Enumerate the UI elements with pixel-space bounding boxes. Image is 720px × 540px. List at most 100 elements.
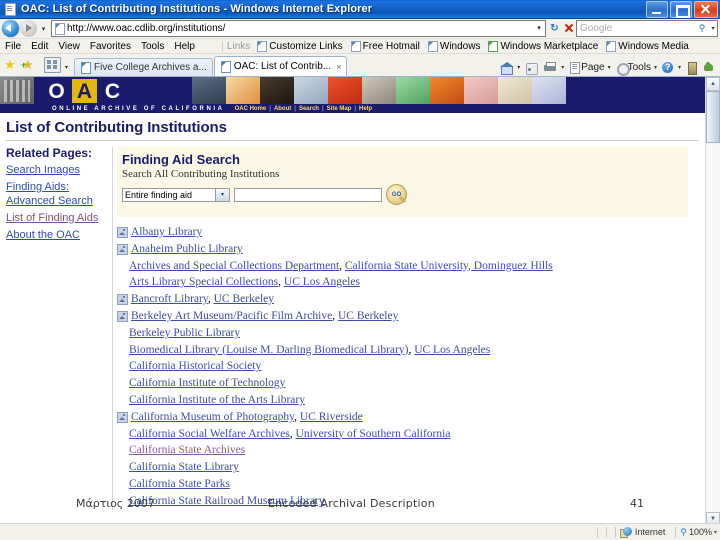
link-windows[interactable]: Windows (424, 41, 485, 52)
institution-link[interactable]: California State Library (129, 461, 239, 473)
menu-view[interactable]: View (53, 41, 85, 52)
institution-link[interactable]: California Social Welfare Archives (129, 428, 290, 440)
tools-menu-button[interactable]: Tools ▾ (613, 61, 659, 76)
institution-link[interactable]: Berkeley Public Library (129, 327, 240, 339)
browser-search-input[interactable]: Google (577, 23, 695, 34)
favorites-center-star-icon[interactable]: ★ (4, 57, 20, 73)
institution-link[interactable]: Bancroft Library (131, 293, 208, 305)
research-button[interactable] (683, 61, 700, 75)
zoom-caret-icon[interactable]: ▾ (714, 529, 717, 536)
institution-link[interactable]: California State Archives (129, 444, 245, 456)
scrollbar-track[interactable] (706, 143, 720, 512)
menu-tools[interactable]: Tools (136, 41, 169, 52)
tab-oac-list-of-contributing-institutions[interactable]: OAC: List of Contrib... × (213, 56, 348, 76)
spacer-icon (117, 479, 126, 488)
menu-help[interactable]: Help (169, 41, 200, 52)
nav-about[interactable]: About (271, 106, 294, 112)
back-button[interactable] (2, 20, 19, 37)
security-zone[interactable]: Internet (619, 526, 672, 538)
link-label: Windows Marketplace (500, 40, 599, 52)
link-windows-media[interactable]: Windows Media (602, 41, 693, 52)
sidebar-item-list-of-finding-aids[interactable]: List of Finding Aids (6, 211, 110, 225)
maximize-button[interactable] (670, 1, 692, 18)
history-dropdown-icon[interactable]: ▾ (38, 25, 49, 33)
search-icon[interactable]: ⚲ (695, 23, 709, 34)
list-item: Archives and Special Collections Departm… (117, 258, 696, 275)
tab-five-college-archives[interactable]: Five College Archives a... (74, 58, 213, 76)
print-button[interactable]: ▾ (540, 61, 566, 74)
feeds-button[interactable] (522, 61, 540, 75)
close-button[interactable] (694, 1, 718, 18)
link-windows-marketplace[interactable]: Windows Marketplace (484, 41, 602, 52)
browser-search-box[interactable]: Google ⚲ ▾ (576, 20, 718, 37)
nav-help[interactable]: Help (356, 106, 375, 112)
scroll-up-button[interactable]: ▲ (706, 77, 720, 91)
menu-edit[interactable]: Edit (26, 41, 53, 52)
page-icon (350, 41, 361, 52)
tab-list-caret-icon[interactable]: ▾ (62, 64, 71, 71)
parent-org-link[interactable]: California State University, Dominguez H… (345, 260, 553, 272)
page-menu-button[interactable]: Page ▾ (566, 61, 612, 74)
search-provider-caret-icon[interactable]: ▾ (709, 25, 717, 32)
institution-link[interactable]: California State Parks (129, 478, 230, 490)
sidebar-item-finding-aids-advanced-search[interactable]: Finding Aids: Advanced Search (6, 180, 110, 208)
nav-site-map[interactable]: Site Map (324, 106, 355, 112)
banner-thumb-manuscript (498, 77, 532, 105)
banner-wordmark: ONLINE ARCHIVE OF CALIFORNIA (52, 105, 225, 112)
institution-link[interactable]: Archives and Special Collections Departm… (129, 260, 339, 272)
help-button[interactable]: ▾ (659, 61, 683, 74)
institution-link[interactable]: Albany Library (131, 226, 202, 238)
page-scrollbar[interactable]: ▲ ▼ (705, 77, 720, 526)
link-customize-links[interactable]: Customize Links (253, 41, 346, 52)
url-bar[interactable]: http://www.oac.cdlib.org/institutions/ ▾ (51, 20, 546, 37)
search-scope-select[interactable]: Entire finding aid ▾ (122, 187, 230, 202)
refresh-icon[interactable]: ↻ (548, 22, 561, 35)
menu-bar: File Edit View Favorites Tools Help Link… (0, 39, 720, 54)
forward-button[interactable] (20, 20, 37, 37)
messenger-button[interactable] (700, 61, 717, 74)
institution-link[interactable]: California Historical Society (129, 360, 261, 372)
search-input[interactable] (234, 187, 382, 202)
nav-oac-home[interactable]: OAC Home (232, 106, 270, 112)
related-pages-sidebar: Related Pages: Search Images Finding Aid… (0, 147, 110, 245)
institution-link[interactable]: California State Railroad Museum Library (129, 495, 324, 507)
minimize-button[interactable] (646, 1, 668, 18)
spacer-icon (117, 328, 126, 337)
parent-org-link[interactable]: UC Los Angeles (414, 344, 490, 356)
search-go-button[interactable]: GO (386, 184, 407, 205)
sidebar-item-search-images[interactable]: Search Images (6, 163, 110, 177)
list-item: Anaheim Public Library (117, 241, 696, 258)
parent-org-link[interactable]: UC Riverside (300, 411, 363, 423)
institution-link[interactable]: California Museum of Photography (131, 411, 294, 423)
zoom-level: 100% (688, 527, 712, 537)
menu-file[interactable]: File (0, 41, 26, 52)
parent-org-link[interactable]: University of Southern California (296, 428, 451, 440)
menu-favorites[interactable]: Favorites (85, 41, 136, 52)
institution-link[interactable]: California Institute of the Arts Library (129, 394, 305, 406)
spacer-icon (117, 429, 126, 438)
institution-link[interactable]: Anaheim Public Library (131, 243, 243, 255)
institution-link[interactable]: Arts Library Special Collections (129, 276, 278, 288)
link-label: Windows Media (618, 40, 689, 52)
link-free-hotmail[interactable]: Free Hotmail (347, 41, 424, 52)
parent-org-link[interactable]: UC Berkeley (338, 310, 398, 322)
home-button[interactable]: ▾ (497, 61, 522, 75)
sidebar-item-about-the-oac[interactable]: About the OAC (6, 228, 110, 242)
scrollbar-thumb[interactable] (706, 91, 720, 143)
institution-link[interactable]: Biomedical Library (Louise M. Darling Bi… (129, 344, 408, 356)
page-icon (257, 41, 268, 52)
stop-icon[interactable] (561, 21, 576, 36)
nav-search[interactable]: Search (296, 106, 322, 112)
logo-letter-a: A (72, 79, 97, 103)
add-to-favorites-icon[interactable]: ★ + (21, 57, 38, 73)
institution-link[interactable]: Berkeley Art Museum/Pacific Film Archive (131, 310, 332, 322)
parent-org-link[interactable]: UC Berkeley (214, 293, 274, 305)
quick-tabs-icon[interactable] (44, 57, 61, 73)
institution-link[interactable]: California Institute of Technology (129, 377, 285, 389)
caret-icon: ▾ (607, 65, 611, 71)
parent-org-link[interactable]: UC Los Angeles (284, 276, 360, 288)
url-dropdown-icon[interactable]: ▾ (533, 22, 545, 35)
tab-close-icon[interactable]: × (336, 62, 341, 72)
status-divider (605, 526, 607, 538)
zoom-control[interactable]: ⚲ 100% ▾ (680, 527, 720, 538)
